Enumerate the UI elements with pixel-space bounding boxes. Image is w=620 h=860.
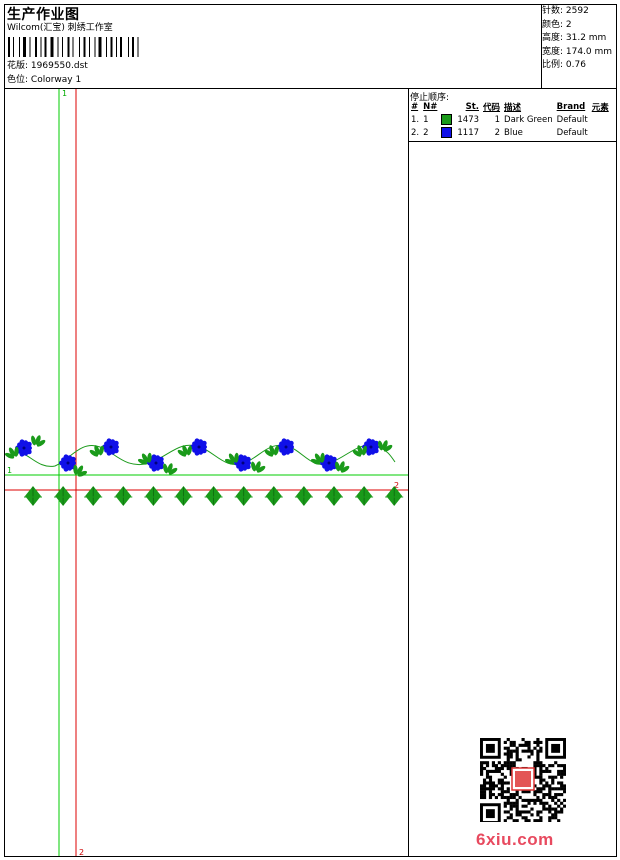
diamond-leaf [114,486,133,506]
guide-label-red-v: 2 [79,848,84,856]
guide-label-green-h: 1 [7,466,12,475]
row-num: 2. [411,127,420,138]
col-brand: Brand [556,102,586,112]
colorway-value: Colorway 1 [30,75,82,85]
col-desc: 描述 [504,103,522,113]
diamond-leaf [294,486,313,506]
color-swatch [441,127,453,138]
row-brand: Default [556,127,588,138]
stat-stitches: 针数: 2592 [542,6,589,16]
col-swatch [439,101,455,113]
design-line: 花版: 1969550.dst [7,61,88,72]
diamond-leaf [54,486,73,506]
diamond-leaf [355,486,374,506]
col-needle: N# [423,102,438,112]
stat-colors: 颜色: 2 [542,19,572,30]
stats-block: 针数: 2592 颜色: 2 高度: 31.2 mm 宽度: 174.0 mm … [542,5,612,73]
row-num: 1. [411,114,420,125]
color-swatch [441,114,453,125]
colorway-label: 色位: [7,75,29,85]
row-code: 1 [494,114,501,125]
design-canvas: 1 2 1 2 [5,89,408,856]
diamond-leaf [264,486,283,506]
stat-scale: 比例: 0.76 [542,60,586,70]
colorway-line: 色位: Colorway 1 [7,75,81,86]
guide-label-green-v: 1 [62,89,67,98]
row-needle: 1 [423,114,429,125]
table-divider [408,141,617,142]
table-row: 2. 2 1117 2 Blue Default [409,126,611,139]
table-header-row: # N# St. 代码 描述 Brand 元素 [409,101,611,113]
col-num: # [411,102,419,112]
row-desc: Blue [504,127,523,138]
flower-motif [190,438,207,456]
diamond-leaf [385,486,404,506]
col-code: 代码 [483,103,501,113]
row-stitches: 1473 [457,114,480,125]
qr-code [480,738,566,822]
diamond-leaf [84,486,103,506]
design-value: 1969550.dst [30,61,88,71]
page-title: 生产作业图 [7,7,80,23]
panel-divider [408,88,409,857]
barcode [8,37,139,57]
row-brand: Default [556,114,588,125]
row-needle: 2 [423,127,429,138]
diamond-leaf [325,486,343,506]
row-code: 2 [494,127,501,138]
diamond-leaf [174,486,193,506]
flower-motif [277,438,294,456]
table-row: 1. 1 1473 1 Dark Green Default [409,113,611,126]
diamond-leaf [144,486,163,506]
flower-motif [102,438,119,456]
stat-height: 高度: 31.2 mm [542,33,607,43]
diamond-leaf [24,486,42,506]
company-name: Wilcom(汇宝) 刺绣工作室 [7,23,113,33]
stat-width: 宽度: 174.0 mm [542,46,613,57]
diamond-leaf [234,486,253,506]
diamond-leaf [204,486,223,506]
stop-sequence-table: # N# St. 代码 描述 Brand 元素 1. 1 1473 1 Dark… [409,101,611,139]
col-element: 元素 [591,103,609,113]
col-stitches: St. [465,102,480,112]
row-desc: Dark Green [504,114,553,125]
row-stitches: 1117 [457,127,480,138]
design-label: 花版: [7,61,29,71]
watermark: 6xiu.com [476,830,554,849]
